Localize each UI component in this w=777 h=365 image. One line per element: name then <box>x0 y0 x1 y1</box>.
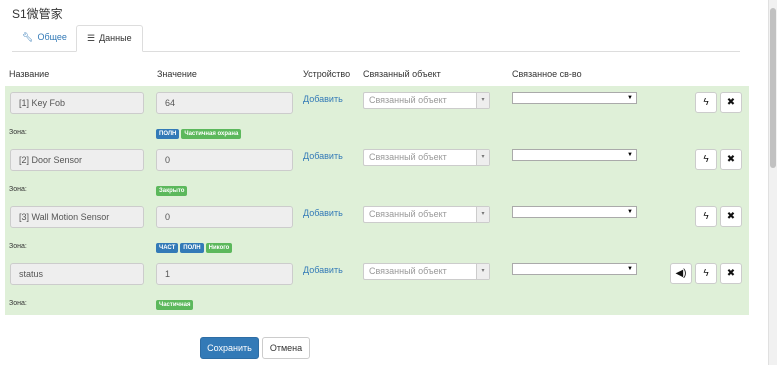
table-row: [1] Key Fob 64 Добавить Связанный объект… <box>5 86 749 143</box>
chevron-down-icon: ▾ <box>476 207 489 222</box>
column-header-device: Устройство <box>303 69 351 79</box>
delete-button[interactable]: ✖ <box>720 263 742 284</box>
delete-button[interactable]: ✖ <box>720 206 742 227</box>
table-row: status 1 Добавить Связанный объект ▾ ▼ ◀)… <box>5 257 749 315</box>
chevron-down-icon: ▼ <box>627 266 633 272</box>
tab-data[interactable]: ☰ Данные <box>76 25 143 52</box>
linked-object-select[interactable]: Связанный объект ▾ <box>363 92 490 109</box>
tab-data-label: Данные <box>99 33 132 43</box>
bolt-icon: ϟ <box>703 154 709 165</box>
add-device-link[interactable]: Добавить <box>303 208 343 218</box>
name-field[interactable]: [1] Key Fob <box>10 92 144 114</box>
delete-button[interactable]: ✖ <box>720 149 742 170</box>
chevron-down-icon: ▼ <box>627 95 633 101</box>
table-row: [3] Wall Motion Sensor 0 Добавить Связан… <box>5 200 749 257</box>
status-badge: ЧАСТ <box>156 243 179 253</box>
linked-object-placeholder: Связанный объект <box>369 266 447 276</box>
status-badge: Никого <box>205 243 233 253</box>
linked-object-select[interactable]: Связанный объект ▾ <box>363 149 490 166</box>
column-header-linked-object: Связанный объект <box>363 69 441 79</box>
column-header-name: Название <box>9 69 50 79</box>
linked-property-select[interactable]: ▼ <box>512 149 637 161</box>
linked-property-select[interactable]: ▼ <box>512 92 637 104</box>
zone-badges: ЧАСТ ПОЛН Никого <box>156 241 234 253</box>
status-badge: Частичная охрана <box>181 129 242 139</box>
sound-button[interactable]: ◀) <box>670 263 692 284</box>
status-badge: ПОЛН <box>180 243 204 253</box>
linked-object-select[interactable]: Связанный объект ▾ <box>363 263 490 280</box>
name-field[interactable]: [2] Door Sensor <box>10 149 144 171</box>
zone-badges: Закрыто <box>156 184 189 196</box>
zone-badges: Частичная <box>156 298 195 310</box>
volume-icon: ◀) <box>675 268 687 279</box>
value-field[interactable]: 0 <box>156 149 293 171</box>
zone-label: Зона: <box>9 129 27 136</box>
wrench-icon: 🔧︎ <box>22 32 34 42</box>
value-field[interactable]: 0 <box>156 206 293 228</box>
status-badge: ПОЛН <box>156 129 180 139</box>
zone-label: Зона: <box>9 186 27 193</box>
zone-label: Зона: <box>9 243 27 250</box>
delete-button[interactable]: ✖ <box>720 92 742 113</box>
table-row: [2] Door Sensor 0 Добавить Связанный объ… <box>5 143 749 200</box>
bolt-icon: ϟ <box>703 97 709 108</box>
cancel-button[interactable]: Отмена <box>262 337 310 359</box>
chevron-down-icon: ▾ <box>476 264 489 279</box>
close-icon: ✖ <box>726 211 736 222</box>
scrollbar-thumb[interactable] <box>770 8 776 168</box>
close-icon: ✖ <box>726 154 736 165</box>
status-badge: Частичная <box>156 300 194 310</box>
column-header-value: Значение <box>157 69 197 79</box>
save-button[interactable]: Сохранить <box>200 337 259 359</box>
chevron-down-icon: ▼ <box>627 152 633 158</box>
bolt-button[interactable]: ϟ <box>695 263 717 284</box>
linked-object-placeholder: Связанный объект <box>369 152 447 162</box>
zone-badges: ПОЛН Частичная охрана <box>156 127 243 139</box>
add-device-link[interactable]: Добавить <box>303 151 343 161</box>
chevron-down-icon: ▼ <box>627 209 633 215</box>
linked-property-select[interactable]: ▼ <box>512 263 637 275</box>
value-field[interactable]: 64 <box>156 92 293 114</box>
bolt-button[interactable]: ϟ <box>695 206 717 227</box>
tab-general-label: Общее <box>37 32 67 42</box>
bolt-button[interactable]: ϟ <box>695 149 717 170</box>
bolt-button[interactable]: ϟ <box>695 92 717 113</box>
linked-property-select[interactable]: ▼ <box>512 206 637 218</box>
scrollbar[interactable] <box>768 0 777 365</box>
tab-general[interactable]: 🔧︎ Общее <box>12 25 77 50</box>
zone-label: Зона: <box>9 300 27 307</box>
bolt-icon: ϟ <box>703 268 709 279</box>
tab-bar: 🔧︎ Общее ☰ Данные <box>12 25 740 52</box>
add-device-link[interactable]: Добавить <box>303 94 343 104</box>
name-field[interactable]: [3] Wall Motion Sensor <box>10 206 144 228</box>
add-device-link[interactable]: Добавить <box>303 265 343 275</box>
page-title: S1微管家 <box>12 7 63 21</box>
status-badge: Закрыто <box>156 186 188 196</box>
close-icon: ✖ <box>726 268 736 279</box>
list-icon: ☰ <box>87 33 96 43</box>
column-header-linked-property: Связанное св-во <box>512 69 582 79</box>
bolt-icon: ϟ <box>703 211 709 222</box>
close-icon: ✖ <box>726 97 736 108</box>
chevron-down-icon: ▾ <box>476 150 489 165</box>
name-field[interactable]: status <box>10 263 144 285</box>
chevron-down-icon: ▾ <box>476 93 489 108</box>
linked-object-placeholder: Связанный объект <box>369 209 447 219</box>
value-field[interactable]: 1 <box>156 263 293 285</box>
linked-object-select[interactable]: Связанный объект ▾ <box>363 206 490 223</box>
linked-object-placeholder: Связанный объект <box>369 95 447 105</box>
